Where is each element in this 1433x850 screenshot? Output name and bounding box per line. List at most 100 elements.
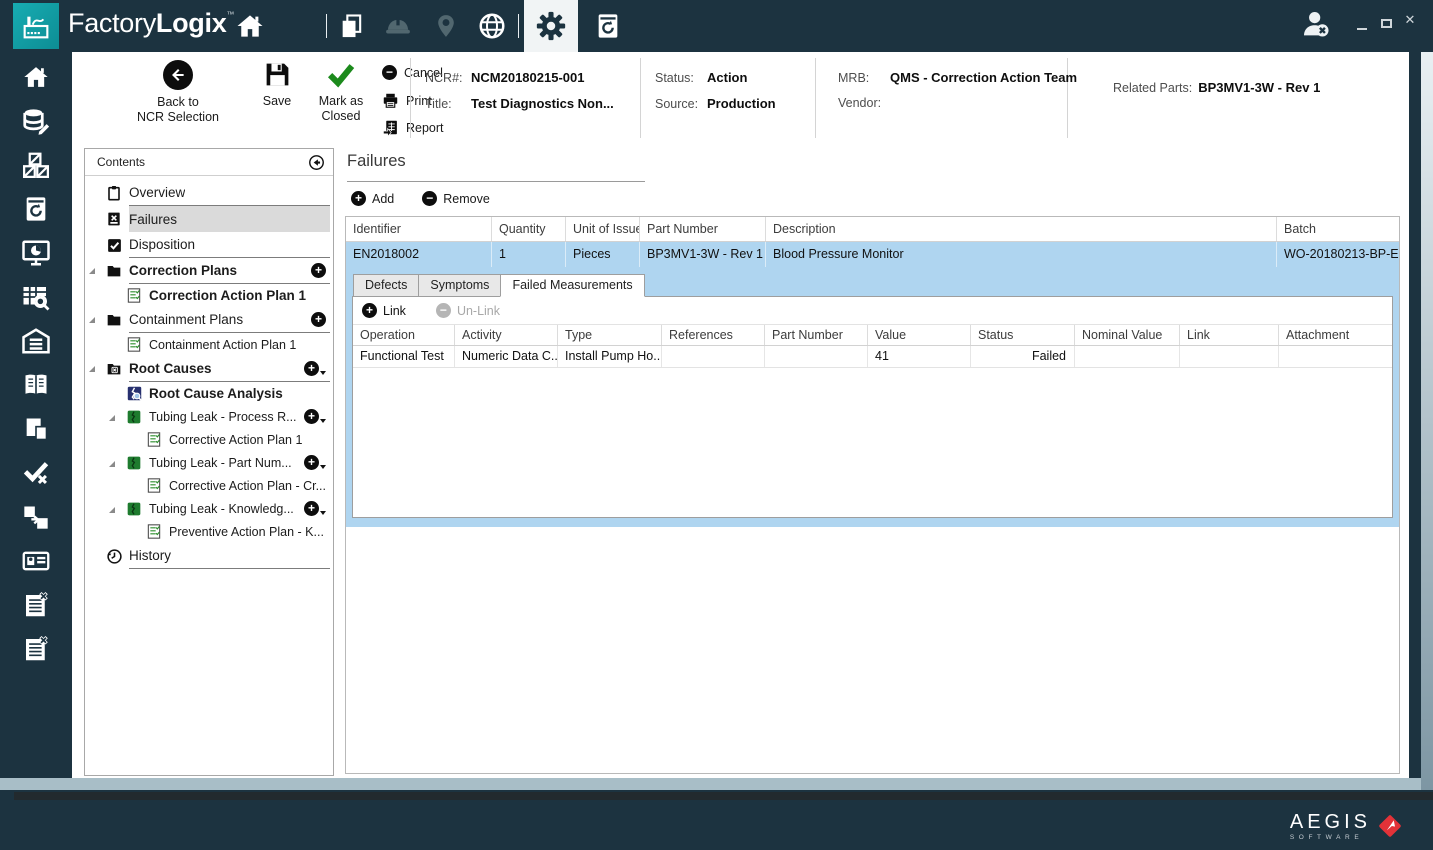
add-plan-button[interactable] — [304, 409, 326, 424]
col-identifier[interactable]: Identifier — [346, 217, 492, 241]
nav-ncr-list2-icon[interactable] — [19, 634, 53, 664]
status-value: Action — [707, 70, 747, 85]
nav-home-icon[interactable] — [19, 62, 53, 92]
contents-item-failures[interactable]: Failures — [85, 206, 333, 232]
col-link[interactable]: Link — [1180, 325, 1279, 345]
add-failure-button[interactable]: Add — [351, 191, 394, 206]
add-plan-button[interactable] — [304, 501, 326, 516]
close-button[interactable] — [1400, 12, 1420, 28]
col-unit-of-issue[interactable]: Unit of Issue — [566, 217, 640, 241]
tab-failed-measurements[interactable]: Failed Measurements — [500, 274, 644, 297]
revision-history-icon[interactable] — [592, 10, 624, 42]
col-references[interactable]: References — [662, 325, 765, 345]
nav-warehouse-icon[interactable] — [19, 326, 53, 356]
measurements-header: Operation Activity Type References Part … — [353, 324, 1392, 346]
cell-batch: WO-20180213-BP-EN — [1277, 242, 1399, 267]
contents-item-tubing-leak-knowledge[interactable]: Tubing Leak - Knowledg... — [85, 497, 333, 520]
cell-link — [1180, 346, 1279, 367]
back-to-ncr-selection-button[interactable]: Back toNCR Selection — [132, 60, 224, 125]
contents-item-containment-action-plan-1[interactable]: Containment Action Plan 1 — [85, 333, 333, 356]
globe-icon[interactable] — [476, 10, 508, 42]
window-border-bottom — [0, 778, 1421, 790]
col-quantity[interactable]: Quantity — [492, 217, 566, 241]
nav-copy-docs-icon[interactable] — [19, 414, 53, 444]
nav-revisions-icon[interactable] — [19, 194, 53, 224]
location-pin-icon[interactable] — [430, 10, 462, 42]
contents-item-overview[interactable]: Overview — [85, 180, 333, 206]
col-attachment[interactable]: Attachment — [1279, 325, 1392, 345]
failure-detail-region: Defects Symptoms Failed Measurements Lin… — [346, 267, 1399, 527]
remove-failure-button[interactable]: Remove — [422, 191, 490, 206]
tab-defects[interactable]: Defects — [353, 274, 419, 297]
col-part-number[interactable]: Part Number — [640, 217, 766, 241]
tab-symptoms[interactable]: Symptoms — [418, 274, 501, 297]
tree-expander-icon[interactable] — [109, 507, 115, 513]
tree-expander-icon[interactable] — [109, 415, 115, 421]
settings-tab-active[interactable] — [524, 0, 578, 52]
nav-documentation-icon[interactable] — [19, 370, 53, 400]
hardhat-icon[interactable] — [382, 10, 414, 42]
maximize-button[interactable] — [1376, 16, 1396, 31]
nav-dashboard-icon[interactable] — [19, 238, 53, 268]
col-part-number[interactable]: Part Number — [765, 325, 868, 345]
documents-icon[interactable] — [336, 10, 368, 42]
home-icon[interactable] — [234, 10, 266, 42]
contents-item-correction-action-plan-1[interactable]: Correction Action Plan 1 — [85, 284, 333, 307]
contents-item-corrective-action-plan-cr[interactable]: Corrective Action Plan - Cr... — [85, 474, 333, 497]
contents-item-corrective-action-plan-1[interactable]: Corrective Action Plan 1 — [85, 428, 333, 451]
action-plan-checklist-icon — [125, 287, 143, 305]
col-activity[interactable]: Activity — [455, 325, 558, 345]
contents-item-correction-plans[interactable]: Correction Plans — [85, 258, 333, 284]
link-button[interactable]: Link — [362, 303, 406, 318]
contents-item-history[interactable]: History — [85, 543, 333, 569]
detail-tabs: Defects Symptoms Failed Measurements — [353, 274, 1393, 297]
mark-as-closed-button[interactable]: Mark asClosed — [310, 60, 372, 124]
nav-id-card-icon[interactable] — [19, 546, 53, 576]
plus-circle-icon — [311, 312, 326, 327]
add-containment-plan-button[interactable] — [311, 312, 326, 327]
nav-data-search-icon[interactable] — [19, 282, 53, 312]
contents-item-disposition[interactable]: Disposition — [85, 232, 333, 258]
contents-item-root-cause-analysis[interactable]: Root Cause Analysis — [85, 382, 333, 405]
contents-item-tubing-leak-process[interactable]: Tubing Leak - Process R... — [85, 405, 333, 428]
user-logout-icon[interactable] — [1300, 8, 1332, 40]
col-batch[interactable]: Batch — [1277, 217, 1399, 241]
col-type[interactable]: Type — [558, 325, 662, 345]
minus-circle-icon — [422, 191, 437, 206]
green-check-icon — [325, 60, 357, 89]
col-status[interactable]: Status — [971, 325, 1075, 345]
ribbon-toolbar: Back toNCR Selection Save Mark asClosed … — [72, 52, 1409, 145]
minimize-button[interactable] — [1352, 18, 1372, 33]
add-plan-button[interactable] — [304, 455, 326, 470]
add-root-cause-button[interactable] — [304, 361, 326, 376]
nav-transfer-icon[interactable] — [19, 502, 53, 532]
contents-item-containment-plans[interactable]: Containment Plans — [85, 307, 333, 333]
col-value[interactable]: Value — [868, 325, 971, 345]
nav-ncr-list-icon[interactable] — [19, 590, 53, 620]
col-description[interactable]: Description — [766, 217, 1277, 241]
measurement-row[interactable]: Functional Test Numeric Data C... Instal… — [353, 346, 1392, 368]
add-correction-plan-button[interactable] — [311, 263, 326, 278]
tree-expander-icon[interactable] — [109, 461, 115, 467]
brand-trademark: ™ — [226, 10, 234, 19]
contents-item-root-causes[interactable]: Root Causes — [85, 356, 333, 382]
tree-expander-icon[interactable] — [89, 366, 95, 372]
failures-actions: Add Remove — [351, 191, 490, 206]
nav-database-edit-icon[interactable] — [19, 106, 53, 136]
contents-item-preventive-action-plan[interactable]: Preventive Action Plan - K... — [85, 520, 333, 543]
plus-circle-icon — [304, 409, 319, 424]
col-operation[interactable]: Operation — [353, 325, 455, 345]
col-nominal-value[interactable]: Nominal Value — [1075, 325, 1180, 345]
nav-quality-check-icon[interactable] — [19, 458, 53, 488]
brand-logix: Logix — [156, 8, 227, 38]
tree-expander-icon[interactable] — [89, 317, 95, 323]
left-nav-rail — [0, 52, 72, 778]
nav-materials-icon[interactable] — [19, 150, 53, 180]
plus-circle-icon — [304, 455, 319, 470]
collapse-panel-icon[interactable] — [308, 154, 325, 171]
save-button[interactable]: Save — [250, 60, 304, 109]
aegis-logo: AEGIS SOFTWARE — [1290, 811, 1405, 841]
tree-expander-icon[interactable] — [89, 268, 95, 274]
contents-item-tubing-leak-part[interactable]: Tubing Leak - Part Num... — [85, 451, 333, 474]
failure-row-selected[interactable]: EN2018002 1 Pieces BP3MV1-3W - Rev 1 Blo… — [346, 242, 1399, 267]
